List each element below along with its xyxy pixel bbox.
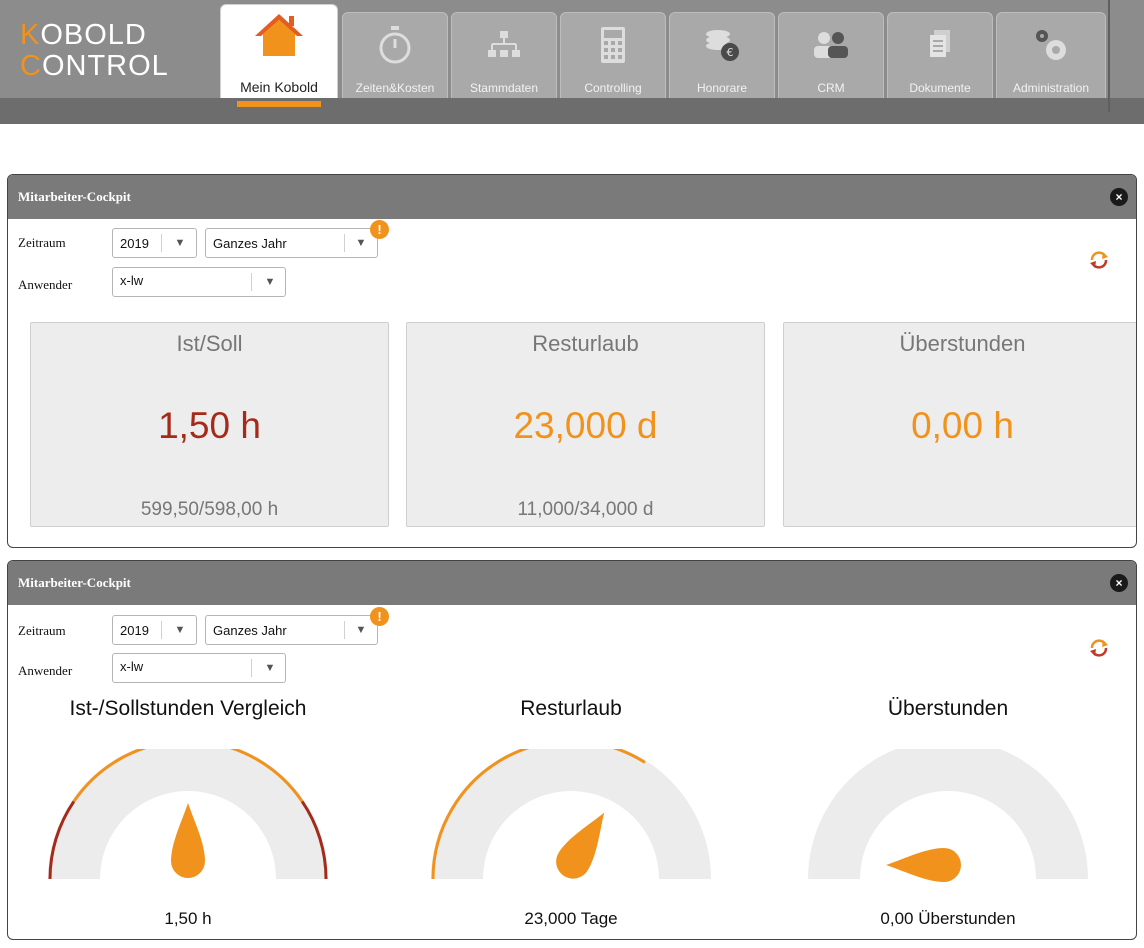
period-select[interactable]: Ganzes Jahr ▼: [205, 615, 378, 645]
anwender-select[interactable]: x-lw ▼: [112, 267, 286, 297]
panel-title: Mitarbeiter-Cockpit: [18, 189, 131, 204]
tab-label: Honorare: [696, 81, 748, 95]
tab-label: Mein Kobold: [240, 79, 318, 95]
ist-soll-card: Ist/Soll 1,50 h 599,50/598,00 h: [30, 322, 389, 527]
period-select-value: Ganzes Jahr: [213, 236, 287, 251]
tab-dokumente[interactable]: Dokumente: [887, 12, 993, 98]
card-title: Ist/Soll: [176, 331, 243, 356]
ueberstunden-gauge: [808, 749, 1088, 882]
gauge-needle: [886, 848, 961, 882]
ueberstunden-card: Überstunden 0,00 h: [783, 322, 1136, 527]
cockpit-panel-cards: Mitarbeiter-Cockpit × Zeitraum 2019 ▼ Ga…: [7, 174, 1137, 548]
card-value: 0,00 h: [911, 405, 1014, 446]
gauge-title: Ist-/Sollstunden Vergleich: [69, 697, 307, 720]
close-icon[interactable]: ×: [1110, 188, 1128, 206]
anwender-label: Anwender: [18, 663, 73, 678]
card-title: Überstunden: [899, 331, 1026, 356]
logo-rest-1: OBOLD: [40, 19, 147, 51]
tab-label: Dokumente: [909, 81, 971, 95]
tab-label: Controlling: [584, 81, 642, 95]
gauge-value-label: 23,000 Tage: [524, 909, 618, 928]
gauge-title: Resturlaub: [520, 697, 622, 720]
year-select-value: 2019: [120, 236, 149, 251]
tab-administration[interactable]: Administration: [996, 12, 1106, 98]
close-icon[interactable]: ×: [1110, 574, 1128, 592]
dropdown-arrow-icon: ▼: [174, 237, 186, 249]
tab-crm[interactable]: CRM: [778, 12, 884, 98]
period-select[interactable]: Ganzes Jahr ▼: [205, 228, 378, 258]
active-tab-indicator: [237, 101, 321, 107]
panel-header: Mitarbeiter-Cockpit ×: [8, 561, 1136, 605]
anwender-label: Anwender: [18, 277, 73, 292]
logo-initial-c: C: [20, 50, 42, 82]
anwender-select-value: x-lw: [120, 273, 144, 288]
zeitraum-label: Zeitraum: [18, 235, 66, 250]
tab-label: Stammdaten: [469, 81, 539, 95]
dropdown-arrow-icon: ▼: [264, 276, 276, 288]
home-icon: [221, 13, 337, 57]
contacts-icon: [779, 23, 883, 67]
gears-icon: [997, 23, 1105, 67]
card-subtext: 11,000/34,000 d: [517, 499, 654, 520]
logo-rest-2: ONTROL: [41, 50, 169, 82]
dropdown-arrow-icon: ▼: [174, 624, 186, 636]
gauge-needle: [171, 803, 205, 878]
top-bar-divider: [1108, 0, 1110, 112]
card-value: 1,50 h: [158, 405, 261, 446]
documents-icon: [888, 23, 992, 67]
panel-header: Mitarbeiter-Cockpit ×: [8, 175, 1136, 219]
select-divider: [344, 621, 345, 639]
select-divider: [161, 234, 162, 252]
tab-label: Zeiten&Kosten: [355, 81, 435, 95]
cockpit-panel-gauges: Mitarbeiter-Cockpit × Zeitraum 2019 ▼ Ga…: [7, 560, 1137, 940]
gauge-needle: [556, 812, 605, 879]
anwender-select-value: x-lw: [120, 659, 144, 674]
gauge-value-label: 1,50 h: [164, 909, 212, 928]
gauge-value-label: 0,00 Überstunden: [880, 909, 1016, 928]
tab-mein-kobold[interactable]: Mein Kobold: [220, 4, 338, 107]
svg-text:€: €: [727, 46, 734, 59]
resturlaub-card: Resturlaub 23,000 d 11,000/34,000 d: [406, 322, 765, 527]
select-divider: [161, 621, 162, 639]
tab-stammdaten[interactable]: Stammdaten: [451, 12, 557, 98]
period-select-value: Ganzes Jahr: [213, 623, 287, 638]
warning-icon[interactable]: !: [370, 607, 389, 626]
hierarchy-icon: [452, 23, 556, 67]
coins-euro-icon: €: [670, 23, 774, 67]
stopwatch-icon: [343, 23, 447, 67]
panel-title: Mitarbeiter-Cockpit: [18, 575, 131, 590]
card-value: 23,000 d: [513, 405, 658, 446]
warning-icon[interactable]: !: [370, 220, 389, 239]
top-bar-strip: [0, 98, 1144, 124]
ist-soll-gauge: [48, 749, 328, 880]
card-subtext: 599,50/598,00 h: [140, 499, 279, 520]
tab-label: Administration: [1012, 81, 1090, 95]
card-title: Resturlaub: [532, 331, 639, 356]
tab-label: CRM: [817, 81, 845, 95]
year-select-value: 2019: [120, 623, 149, 638]
tab-honorare[interactable]: € Honorare: [669, 12, 775, 98]
calculator-icon: [561, 23, 665, 67]
anwender-select[interactable]: x-lw ▼: [112, 653, 286, 683]
kobold-control-logo[interactable]: KOBOLD CONTROL: [20, 20, 169, 82]
dropdown-arrow-icon: ▼: [264, 662, 276, 674]
year-select[interactable]: 2019 ▼: [112, 228, 197, 258]
zeitraum-label: Zeitraum: [18, 623, 66, 638]
refresh-icon[interactable]: [1088, 637, 1110, 659]
select-divider: [344, 234, 345, 252]
tab-controlling[interactable]: Controlling: [560, 12, 666, 98]
resturlaub-gauge: [431, 749, 711, 880]
select-divider: [251, 273, 252, 291]
logo-initial-k: K: [20, 19, 41, 51]
select-divider: [251, 659, 252, 677]
year-select[interactable]: 2019 ▼: [112, 615, 197, 645]
dropdown-arrow-icon: ▼: [355, 237, 367, 249]
refresh-icon[interactable]: [1088, 249, 1110, 271]
dropdown-arrow-icon: ▼: [355, 624, 367, 636]
gauge-title: Überstunden: [887, 697, 1009, 720]
tab-zeiten-kosten[interactable]: Zeiten&Kosten: [342, 12, 448, 98]
